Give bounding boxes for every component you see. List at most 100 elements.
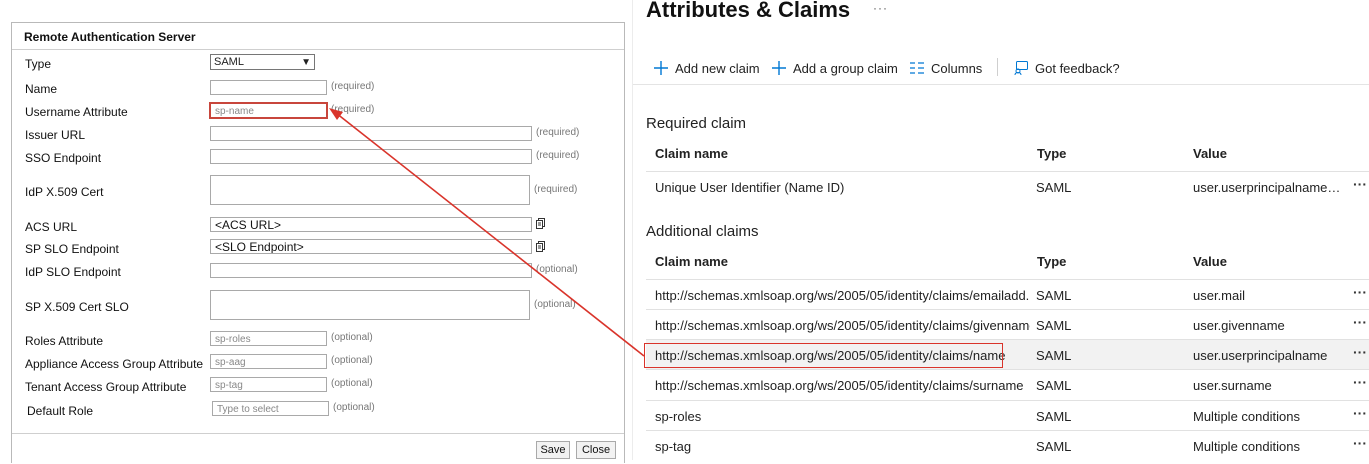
additional-col-value: Value [1193,254,1227,269]
claim-type-cell: SAML [1036,318,1072,333]
type-select[interactable]: SAML ▼ [210,54,315,70]
claim-value-cell: Multiple conditions [1193,409,1300,424]
aag-optional-note: (optional) [331,355,373,366]
command-separator [997,58,998,76]
sso-endpoint-input[interactable] [210,149,532,164]
idp-cert-required-note: (required) [534,184,578,195]
page-title: Attributes & Claims [646,0,851,22]
sp-slo-input[interactable]: <SLO Endpoint> [210,239,532,254]
roles-attribute-input[interactable]: sp-roles [210,331,327,346]
copy-icon[interactable] [536,218,545,229]
claim-type-cell: SAML [1036,409,1072,424]
claim-name-cell: http://schemas.xmlsoap.org/ws/2005/05/id… [655,378,1024,393]
table-row[interactable]: http://schemas.xmlsoap.org/ws/2005/05/id… [646,309,1369,340]
idp-slo-input[interactable] [210,263,532,278]
roles-attribute-label: Roles Attribute [25,334,104,348]
row-more-icon[interactable]: ··· [1353,435,1367,451]
add-group-claim-button[interactable]: Add a group claim [771,58,898,78]
idp-cert-textarea[interactable] [210,175,530,205]
remote-auth-dialog: Remote Authentication Server Type SAML ▼… [11,22,625,463]
roles-optional-note: (optional) [331,332,373,343]
sp-slo-label: SP SLO Endpoint [25,242,119,256]
add-new-claim-label: Add new claim [675,60,760,76]
add-new-claim-button[interactable]: Add new claim [653,58,760,78]
dialog-header: Remote Authentication Server [12,23,624,50]
idp-cert-label: IdP X.509 Cert [25,185,104,199]
claim-value-cell: user.mail [1193,288,1246,303]
additional-claims-heading: Additional claims [646,223,759,240]
tag-attribute-label: Tenant Access Group Attribute [25,380,187,394]
additional-col-claim-name: Claim name [655,254,728,269]
claim-type-cell: SAML [1036,439,1072,454]
claim-value-cell: user.userprincipalname [... [1193,180,1343,195]
columns-label: Columns [931,60,983,76]
issuer-url-input[interactable] [210,126,532,141]
claim-name-cell: sp-roles [655,409,702,424]
sso-endpoint-label: SSO Endpoint [25,151,102,165]
claim-value-cell: user.userprincipalname [1193,348,1328,363]
tag-optional-note: (optional) [331,378,373,389]
claim-name-cell: Unique User Identifier (Name ID) [655,180,845,195]
required-col-type: Type [1037,146,1067,161]
aag-attribute-label: Appliance Access Group Attribute [25,357,204,371]
name-claim-highlight [644,343,1003,368]
columns-icon [910,62,924,74]
sp-cert-optional-note: (optional) [534,299,576,310]
issuer-required-note: (required) [536,127,580,138]
more-options-icon[interactable]: ··· [873,1,888,15]
claim-type-cell: SAML [1036,348,1072,363]
tag-attribute-input[interactable]: sp-tag [210,377,327,392]
table-row[interactable]: http://schemas.xmlsoap.org/ws/2005/05/id… [646,279,1369,310]
plus-icon [772,61,786,75]
columns-button[interactable]: Columns [909,58,982,78]
default-role-input[interactable]: Type to select [212,401,329,416]
add-group-claim-label: Add a group claim [793,60,898,76]
row-more-icon[interactable]: ··· [1353,176,1367,192]
name-input[interactable] [210,80,327,95]
row-more-icon[interactable]: ··· [1353,405,1367,421]
row-more-icon[interactable]: ··· [1353,314,1367,330]
save-button[interactable]: Save [536,441,570,459]
claim-type-cell: SAML [1036,378,1072,393]
feedback-label: Got feedback? [1035,60,1120,76]
dialog-title: Remote Authentication Server [24,30,196,44]
claim-value-cell: Multiple conditions [1193,439,1300,454]
aag-attribute-input[interactable]: sp-aag [210,354,327,369]
claim-value-cell: user.givenname [1193,318,1285,333]
attributes-claims-panel: Attributes & Claims ··· Add new claim Ad… [632,0,1369,460]
row-more-icon[interactable]: ··· [1353,284,1367,300]
sp-cert-textarea[interactable] [210,290,530,320]
row-more-icon[interactable]: ··· [1353,374,1367,390]
default-role-optional-note: (optional) [333,402,375,413]
type-select-value: SAML [214,56,244,68]
idp-slo-optional-note: (optional) [536,264,578,275]
remote-auth-panel: Remote Authentication Server Type SAML ▼… [0,0,632,463]
username-attribute-label: Username Attribute [25,105,128,119]
default-role-label: Default Role [27,404,94,418]
table-row[interactable]: Unique User Identifier (Name ID) SAML us… [646,171,1369,202]
acs-url-label: ACS URL [25,220,78,234]
claim-value-cell: user.surname [1193,378,1272,393]
acs-url-input[interactable]: <ACS URL> [210,217,532,232]
claim-type-cell: SAML [1036,180,1072,195]
name-label: Name [25,82,58,96]
table-row[interactable]: http://schemas.xmlsoap.org/ws/2005/05/id… [646,369,1369,400]
sso-required-note: (required) [536,150,580,161]
chevron-down-icon: ▼ [301,57,311,68]
dialog-footer: Save Close [12,433,624,464]
username-attribute-input[interactable]: sp-name [209,102,328,119]
row-more-icon[interactable]: ··· [1353,344,1367,360]
feedback-button[interactable]: Got feedback? [1013,58,1120,78]
feedback-icon [1014,61,1028,76]
username-required-note: (required) [331,104,375,115]
claim-name-cell: http://schemas.xmlsoap.org/ws/2005/05/id… [655,318,1030,333]
additional-col-type: Type [1037,254,1067,269]
table-row[interactable]: sp-roles SAML Multiple conditions ··· [646,400,1369,431]
name-required-note: (required) [331,81,375,92]
claim-name-cell: http://schemas.xmlsoap.org/ws/2005/05/id… [655,288,1030,303]
plus-icon [654,61,668,75]
table-row[interactable]: sp-tag SAML Multiple conditions ··· [646,430,1369,461]
claim-name-cell: sp-tag [655,439,692,454]
copy-icon[interactable] [536,241,545,252]
close-button[interactable]: Close [576,441,616,459]
